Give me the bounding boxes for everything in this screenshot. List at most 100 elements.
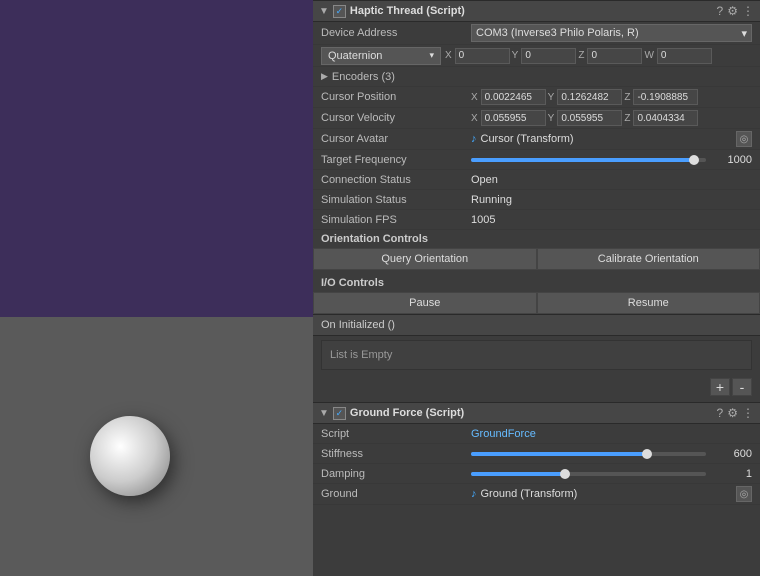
ground-script-header: ▼ ✓ Ground Force (Script) ? ⚙ ⋮ [313, 402, 760, 424]
cursor-avatar-target-btn[interactable]: ◎ [736, 131, 752, 147]
cursor-position-label: Cursor Position [321, 91, 471, 103]
ground-checkbox[interactable]: ✓ [333, 407, 346, 420]
target-frequency-track [471, 158, 706, 162]
damping-label: Damping [321, 468, 471, 480]
unity-viewport [0, 0, 313, 576]
cv-x-input[interactable] [481, 110, 546, 126]
haptic-help-icon[interactable]: ? [717, 4, 724, 18]
quat-y-input[interactable] [521, 48, 576, 64]
ground-note-icon: ♪ [471, 488, 477, 500]
cursor-avatar-row: Cursor Avatar ♪ Cursor (Transform) ◎ [313, 129, 760, 150]
target-frequency-slider-container: 1000 [471, 154, 752, 166]
ground-target-btn[interactable]: ◎ [736, 486, 752, 502]
device-address-value: COM3 (Inverse3 Philo Polaris, R) [476, 27, 639, 39]
stiffness-fill [471, 452, 647, 456]
ground-more-icon[interactable]: ⋮ [742, 406, 754, 420]
remove-event-btn[interactable]: - [732, 378, 752, 396]
ground-value-group: ♪ Ground (Transform) ◎ [471, 486, 752, 502]
device-address-select[interactable]: COM3 (Inverse3 Philo Polaris, R) ▾ [471, 24, 752, 42]
target-frequency-row: Target Frequency 1000 [313, 150, 760, 170]
quat-w-input[interactable] [657, 48, 712, 64]
cursor-velocity-row: Cursor Velocity X Y Z [313, 108, 760, 129]
ground-script-label: Script [321, 428, 471, 440]
cursor-velocity-label: Cursor Velocity [321, 112, 471, 124]
encoders-label: Encoders (3) [332, 71, 395, 83]
io-btn-group: Pause Resume [313, 292, 760, 314]
io-controls-header: I/O Controls [313, 274, 760, 292]
cursor-position-fields: X Y Z [471, 89, 752, 105]
connection-status-value: Open [471, 174, 752, 186]
sphere-object [90, 416, 170, 496]
damping-thumb[interactable] [560, 469, 570, 479]
ground-script-link[interactable]: GroundForce [471, 428, 536, 440]
simulation-status-label: Simulation Status [321, 194, 471, 206]
quat-z-label: Z [578, 50, 584, 61]
ground-script-title: Ground Force (Script) [350, 407, 713, 419]
cp-x-label: X [471, 92, 478, 103]
haptic-checkbox[interactable]: ✓ [333, 5, 346, 18]
simulation-fps-row: Simulation FPS 1005 [313, 210, 760, 230]
quaternion-dropdown[interactable]: Quaternion ▾ [321, 47, 441, 65]
quaternion-label: Quaternion [328, 50, 382, 62]
quat-x-input[interactable] [455, 48, 510, 64]
quaternion-fields: X Y Z W [445, 48, 752, 64]
cv-z-label: Z [624, 113, 630, 124]
ground-label: Ground [321, 488, 471, 500]
ground-collapse-arrow[interactable]: ▼ [319, 408, 329, 419]
ground-settings-icon[interactable]: ⚙ [727, 406, 738, 420]
haptic-collapse-arrow[interactable]: ▼ [319, 6, 329, 17]
stiffness-slider-container: 600 [471, 448, 752, 460]
quat-y-label: Y [512, 50, 519, 61]
stiffness-thumb[interactable] [642, 449, 652, 459]
stiffness-label: Stiffness [321, 448, 471, 460]
on-initialized-header: On Initialized () [313, 314, 760, 336]
quaternion-row: Quaternion ▾ X Y Z W [313, 45, 760, 67]
connection-status-row: Connection Status Open [313, 170, 760, 190]
simulation-status-value: Running [471, 194, 752, 206]
cursor-avatar-label: Cursor Avatar [321, 133, 471, 145]
ground-help-icon[interactable]: ? [717, 406, 724, 420]
simulation-fps-label: Simulation FPS [321, 214, 471, 226]
cp-y-input[interactable] [557, 89, 622, 105]
target-frequency-fill [471, 158, 694, 162]
orientation-btn-group: Query Orientation Calibrate Orientation [313, 248, 760, 270]
target-frequency-value: 1000 [712, 154, 752, 166]
quat-z-input[interactable] [587, 48, 642, 64]
ground-script-value: GroundForce [471, 428, 752, 440]
device-address-chevron: ▾ [741, 27, 747, 40]
ground-row: Ground ♪ Ground (Transform) ◎ [313, 484, 760, 505]
device-address-label: Device Address [321, 27, 471, 39]
query-orientation-btn[interactable]: Query Orientation [313, 248, 537, 270]
encoders-row: ▶ Encoders (3) [313, 67, 760, 87]
damping-slider-container: 1 [471, 468, 752, 480]
cursor-avatar-value-group: ♪ Cursor (Transform) ◎ [471, 131, 752, 147]
stiffness-value: 600 [712, 448, 752, 460]
damping-value: 1 [712, 468, 752, 480]
cv-y-input[interactable] [557, 110, 622, 126]
simulation-fps-value: 1005 [471, 214, 752, 226]
calibrate-orientation-btn[interactable]: Calibrate Orientation [537, 248, 760, 270]
haptic-settings-icon[interactable]: ⚙ [727, 4, 738, 18]
haptic-more-icon[interactable]: ⋮ [742, 4, 754, 18]
damping-track [471, 472, 706, 476]
pause-btn[interactable]: Pause [313, 292, 537, 314]
resume-btn[interactable]: Resume [537, 292, 760, 314]
cv-z-input[interactable] [633, 110, 698, 126]
simulation-status-row: Simulation Status Running [313, 190, 760, 210]
haptic-script-header: ▼ ✓ Haptic Thread (Script) ? ⚙ ⋮ [313, 0, 760, 22]
cv-y-label: Y [548, 113, 555, 124]
cursor-avatar-note-icon: ♪ [471, 133, 477, 145]
on-initialized-title: On Initialized () [321, 319, 752, 331]
ground-script-row: Script GroundForce [313, 424, 760, 444]
connection-status-label: Connection Status [321, 174, 471, 186]
add-event-btn[interactable]: + [710, 378, 730, 396]
cp-x-input[interactable] [481, 89, 546, 105]
quaternion-chevron: ▾ [429, 50, 434, 61]
cursor-position-row: Cursor Position X Y Z [313, 87, 760, 108]
encoders-arrow[interactable]: ▶ [321, 71, 328, 82]
cp-z-input[interactable] [633, 89, 698, 105]
target-frequency-thumb[interactable] [689, 155, 699, 165]
target-frequency-label: Target Frequency [321, 154, 471, 166]
quat-w-label: W [644, 50, 653, 61]
list-empty-text: List is Empty [321, 340, 752, 370]
